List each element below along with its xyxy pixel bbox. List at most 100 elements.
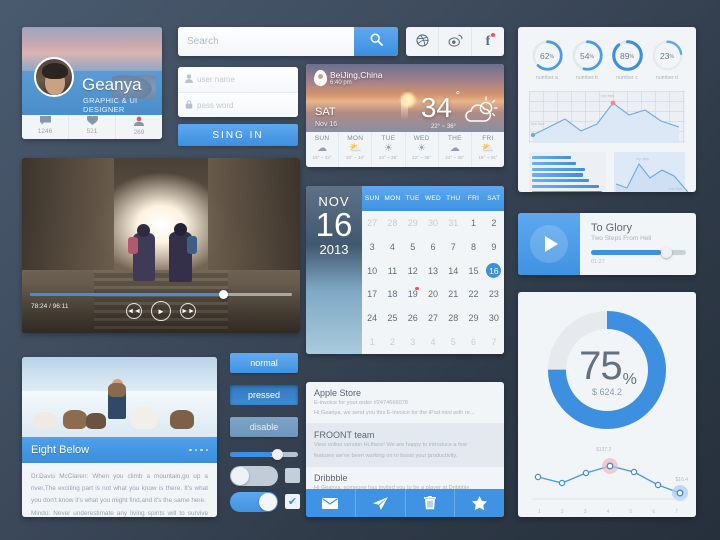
calendar-day-cell[interactable]: 2 <box>484 211 504 235</box>
rewind-icon[interactable]: ◄◄ <box>126 303 142 319</box>
calendar-day-cell[interactable]: 16 <box>484 259 504 283</box>
player-play-area[interactable] <box>518 213 580 275</box>
video-progress-fill <box>30 293 219 296</box>
calendar-day-cell[interactable]: 31 <box>443 211 463 235</box>
calendar-day-cell[interactable]: 14 <box>443 259 463 283</box>
point-label-last: $16.4 <box>675 477 688 483</box>
calendar-day-cell[interactable]: 6 <box>423 235 443 259</box>
video-progress-knob[interactable] <box>218 290 228 299</box>
forecast-day[interactable]: FRI ⛅ 18° ~ 34° <box>470 132 504 167</box>
stat-likes[interactable]: 521 <box>68 115 115 139</box>
calendar-day-cell[interactable]: 28 <box>443 306 463 330</box>
calendar-day-cell[interactable]: 1 <box>362 330 382 354</box>
forecast-day[interactable]: WED ☀ 22° ~ 35° <box>404 132 438 167</box>
forecast-day[interactable]: SUN ☁ 18° ~ 32° <box>306 132 338 167</box>
calendar-day-cell[interactable]: 30 <box>484 306 504 330</box>
calendar-day-cell[interactable]: 4 <box>423 330 443 354</box>
calendar-day-cell[interactable]: 2 <box>382 330 402 354</box>
calendar-day-cell[interactable]: 27 <box>362 211 382 235</box>
mail-icon[interactable] <box>306 489 355 517</box>
calendar-day-cell[interactable]: 5 <box>403 235 423 259</box>
donut-value-wrap: 89% <box>611 39 644 72</box>
pressed-button[interactable]: pressed <box>230 385 298 405</box>
toggle-switch-off[interactable] <box>230 466 278 486</box>
slider-knob[interactable] <box>272 448 284 460</box>
weibo-button[interactable] <box>438 27 471 56</box>
calendar-day-cell[interactable]: 29 <box>403 211 423 235</box>
donut-gauge-row: 62% number a 54% number b 89 % number c … <box>529 39 685 81</box>
facebook-button[interactable]: f <box>471 27 504 56</box>
calendar-day-cell[interactable]: 23 <box>484 283 504 307</box>
password-field[interactable]: pass word <box>178 92 298 117</box>
calendar-day-cell[interactable]: 3 <box>362 235 382 259</box>
forward-icon[interactable]: ►► <box>180 303 196 319</box>
calendar-day-cell[interactable]: 18 <box>382 283 402 307</box>
forecast-day[interactable]: MON ⛅ 19° ~ 34° <box>338 132 371 167</box>
article-pagination-dots[interactable] <box>189 448 208 452</box>
calendar-day-cell[interactable]: 6 <box>463 330 483 354</box>
calendar-day-cell[interactable]: 24 <box>362 306 382 330</box>
video-progress-bar[interactable] <box>30 290 292 299</box>
calendar-day-cell[interactable]: 1 <box>463 211 483 235</box>
forecast-day[interactable]: THE ☁ 24° ~ 36° <box>437 132 471 167</box>
calendar-day-cell[interactable]: 20 <box>423 283 443 307</box>
calendar-day-cell[interactable]: 5 <box>443 330 463 354</box>
send-icon[interactable] <box>354 489 405 517</box>
avatar[interactable] <box>34 57 74 97</box>
username-field[interactable]: user name <box>178 67 298 92</box>
login-form: user name pass word <box>178 67 298 117</box>
calendar-day-cell[interactable]: 30 <box>423 211 443 235</box>
calendar-day-cell[interactable]: 26 <box>403 306 423 330</box>
calendar-day-cell[interactable]: 21 <box>443 283 463 307</box>
forecast-range: 18° ~ 32° <box>312 155 332 160</box>
calendar-day-cell[interactable]: 17 <box>362 283 382 307</box>
calendar-day-cell[interactable]: 13 <box>423 259 443 283</box>
star-icon[interactable] <box>454 489 504 517</box>
signin-button[interactable]: SING IN <box>178 124 298 146</box>
sun-icon: ☀ <box>417 143 427 154</box>
calendar-day-cell[interactable]: 15 <box>463 259 483 283</box>
stat-comments[interactable]: 1246 <box>22 115 68 139</box>
revenue-x-axis: 1 2 3 4 5 6 7 <box>528 509 688 515</box>
trash-icon[interactable] <box>404 489 455 517</box>
dribbble-button[interactable] <box>406 27 438 56</box>
player-progress-knob[interactable] <box>661 247 673 258</box>
calendar-day-cell[interactable]: 10 <box>362 259 382 283</box>
checkbox-unchecked[interactable] <box>285 468 300 483</box>
calendar-day-cell[interactable]: 12 <box>403 259 423 283</box>
calendar-day-cell[interactable]: 8 <box>463 235 483 259</box>
husky-dog <box>86 413 107 429</box>
calendar-day-cell[interactable]: 4 <box>382 235 402 259</box>
sun-reflection <box>401 99 409 120</box>
statistics-dashboard: 62% number a 54% number b 89 % number c … <box>518 27 696 192</box>
location-pin-icon <box>314 70 327 87</box>
range-slider[interactable] <box>230 448 298 460</box>
checkbox-checked[interactable]: ✔ <box>285 494 300 509</box>
article-title-bar: Eight Below <box>22 437 217 463</box>
search-button[interactable] <box>354 27 398 56</box>
play-icon[interactable]: ► <box>151 301 171 321</box>
mail-item[interactable]: Apple Store E-invoice for your order #24… <box>306 382 504 423</box>
calendar-day-cell[interactable]: 9 <box>484 235 504 259</box>
calendar-day-cell[interactable]: 7 <box>484 330 504 354</box>
forecast-day[interactable]: TUE ☀ 24° ~ 36° <box>371 132 404 167</box>
calendar-day-cell[interactable]: 29 <box>463 306 483 330</box>
toggle-switch-on[interactable] <box>230 492 278 512</box>
mail-list: Apple Store E-invoice for your order #24… <box>306 382 504 517</box>
stat-followers[interactable]: 269 <box>115 115 162 139</box>
normal-button[interactable]: normal <box>230 353 298 373</box>
calendar-day-cell[interactable]: 28 <box>382 211 402 235</box>
mail-preview-2: Hi,Geanya, we send you this E-invoice fo… <box>314 410 475 417</box>
calendar-day-cell[interactable]: 7 <box>443 235 463 259</box>
search-input[interactable]: Search <box>178 27 354 56</box>
calendar-day-cell[interactable]: 3 <box>403 330 423 354</box>
calendar-day-cell[interactable]: 11 <box>382 259 402 283</box>
calendar-day-cell[interactable]: 19 <box>403 283 423 307</box>
social-buttons: f <box>406 27 504 56</box>
calendar-day-cell[interactable]: 25 <box>382 306 402 330</box>
play-button[interactable] <box>530 225 568 263</box>
player-progress-bar[interactable] <box>591 247 686 258</box>
calendar-day-cell[interactable]: 27 <box>423 306 443 330</box>
calendar-day-cell[interactable]: 22 <box>463 283 483 307</box>
mail-item[interactable]: FROONT team View online version Hi,there… <box>306 423 504 466</box>
